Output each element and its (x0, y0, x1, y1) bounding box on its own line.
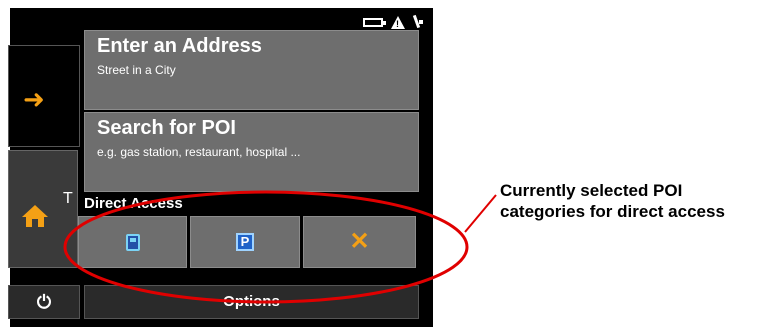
search-poi-button[interactable]: Search for POI e.g. gas station, restaur… (84, 112, 419, 192)
cutlery-icon: ✕ (349, 228, 370, 255)
home-button-partial-label: T (63, 190, 73, 207)
warning-icon: ! (391, 15, 405, 29)
options-button[interactable]: Options (84, 285, 419, 319)
callout-text-line-1: Currently selected POI (500, 181, 683, 200)
callout-text: Currently selected POI categories for di… (500, 180, 725, 222)
forward-arrow-button[interactable]: ➜ (8, 45, 80, 147)
power-button[interactable]: ⏻ (8, 285, 80, 319)
status-bar: ! (363, 14, 425, 30)
enter-address-title: Enter an Address (97, 35, 262, 57)
poi-gas-station-button[interactable] (78, 216, 187, 268)
callout-pointer-line (464, 194, 497, 233)
enter-address-subtitle: Street in a City (97, 63, 176, 77)
parking-icon: P (236, 233, 254, 251)
poi-parking-button[interactable]: P (190, 216, 300, 268)
search-poi-title: Search for POI (97, 117, 236, 139)
power-icon: ⏻ (36, 292, 52, 312)
enter-address-button[interactable]: Enter an Address Street in a City (84, 30, 419, 110)
home-button[interactable]: T (8, 150, 78, 268)
home-icon (22, 205, 48, 227)
fuel-pump-icon (125, 233, 140, 251)
poi-restaurant-button[interactable]: ✕ (303, 216, 416, 268)
callout-text-line-2: categories for direct access (500, 202, 725, 221)
battery-icon (363, 17, 386, 27)
options-label: Options (223, 293, 280, 310)
arrow-right-icon: ➜ (23, 84, 45, 114)
satellite-icon (413, 14, 425, 30)
search-poi-subtitle: e.g. gas station, restaurant, hospital .… (97, 145, 301, 159)
direct-access-label: Direct Access (84, 195, 183, 212)
